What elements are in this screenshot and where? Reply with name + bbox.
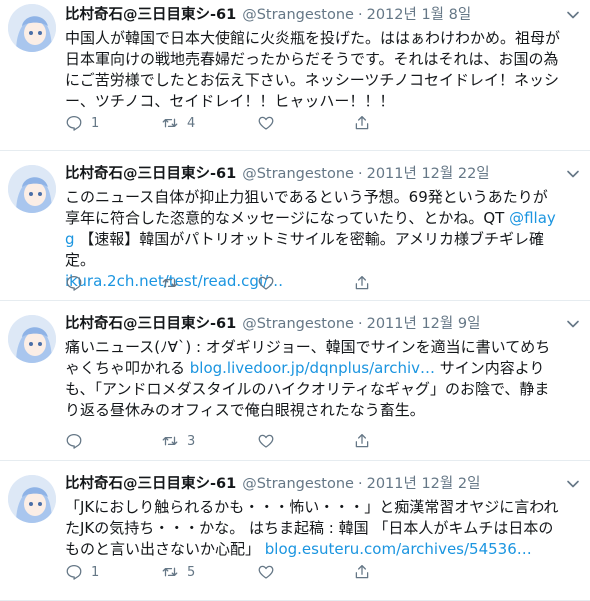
user-handle[interactable]: @Strangestone (242, 475, 354, 494)
reply-icon (66, 275, 82, 291)
like-button[interactable] (257, 274, 353, 292)
reply-button[interactable]: 1 (65, 563, 161, 581)
retweet-count: 4 (187, 115, 196, 131)
share-button[interactable] (353, 114, 449, 132)
user-handle[interactable]: @Strangestone (242, 165, 354, 184)
avatar[interactable] (8, 165, 56, 213)
tweet-text-part: このニュース自体が抑止力狙いであるという予想。69発というあたりが享年に符合した… (65, 188, 548, 227)
tweet-actions: 1 5 (65, 563, 449, 581)
separator: · (357, 316, 363, 332)
retweet-icon (162, 278, 178, 288)
retweet-icon (162, 436, 178, 446)
retweet-button[interactable]: 5 (161, 563, 257, 581)
tweet-date[interactable]: 2011년 12월 22일 (367, 165, 490, 184)
reply-button[interactable]: 1 (65, 114, 161, 132)
tweet-2[interactable]: 比村奇石@三日目東シ-61 @Strangestone · 2011년 12월 … (0, 151, 590, 301)
heart-icon (258, 276, 274, 290)
tweet-header: 比村奇石@三日目東シ-61 @Strangestone · 2011년 12월 … (65, 151, 560, 184)
reply-icon (66, 564, 82, 580)
retweet-count: 5 (187, 564, 196, 580)
chevron-down-icon[interactable] (566, 477, 580, 491)
display-name[interactable]: 比村奇石@三日目東シ-61 (65, 6, 236, 25)
user-handle[interactable]: @Strangestone (242, 315, 354, 334)
url-link[interactable]: blog.livedoor.jp/dqnplus/archiv… (190, 359, 435, 377)
tweet-3[interactable]: 比村奇石@三日目東シ-61 @Strangestone · 2011년 12월 … (0, 301, 590, 461)
share-icon (355, 115, 369, 130)
display-name[interactable]: 比村奇石@三日目東シ-61 (65, 315, 236, 334)
share-button[interactable] (353, 274, 449, 292)
display-name[interactable]: 比村奇石@三日目東シ-61 (65, 475, 236, 494)
tweet-header: 比村奇石@三日目東シ-61 @Strangestone · 2011년 12월 … (65, 301, 560, 334)
separator: · (357, 476, 363, 492)
tweet-header: 比村奇石@三日目東シ-61 @Strangestone · 2011년 12월 … (65, 461, 560, 494)
retweet-count: 3 (187, 433, 196, 449)
tweet-actions (65, 274, 449, 292)
reply-count: 1 (91, 564, 100, 580)
separator: · (357, 7, 363, 23)
heart-icon (258, 434, 274, 448)
chevron-down-icon[interactable] (566, 8, 580, 22)
retweet-button[interactable] (161, 274, 257, 292)
reply-button[interactable] (65, 432, 161, 450)
avatar[interactable] (8, 475, 56, 523)
tweet-text: 痛いニュース(ﾉ∀`) : オダギリジョー、韓国でサインを適当に書いてめちゃくち… (65, 337, 560, 421)
chevron-down-icon[interactable] (566, 167, 580, 181)
share-button[interactable] (353, 432, 449, 450)
chevron-down-icon[interactable] (566, 317, 580, 331)
tweet-4[interactable]: 比村奇石@三日目東シ-61 @Strangestone · 2011년 12월 … (0, 461, 590, 601)
retweet-icon (162, 567, 178, 577)
heart-icon (258, 116, 274, 130)
like-button[interactable] (257, 432, 353, 450)
reply-icon (66, 433, 82, 449)
share-icon (355, 433, 369, 448)
tweet-actions: 3 (65, 432, 449, 450)
like-button[interactable] (257, 114, 353, 132)
share-button[interactable] (353, 563, 449, 581)
tweet-header: 比村奇石@三日目東シ-61 @Strangestone · 2012년 1월 8… (65, 0, 560, 25)
tweet-date[interactable]: 2011년 12월 9일 (367, 315, 481, 334)
tweet-date[interactable]: 2011년 12월 2일 (367, 475, 481, 494)
display-name[interactable]: 比村奇石@三日目東シ-61 (65, 165, 236, 184)
tweet-text: 中国人が韓国で日本大使館に火炎瓶を投げた。ははぁわけわかめ。祖母が日本軍向けの戦… (65, 29, 561, 110)
avatar[interactable] (8, 315, 56, 363)
share-icon (355, 564, 369, 579)
reply-count: 1 (91, 115, 100, 131)
reply-button[interactable] (65, 274, 161, 292)
tweet-date[interactable]: 2012년 1월 8일 (367, 6, 472, 25)
separator: · (357, 166, 363, 182)
like-button[interactable] (257, 563, 353, 581)
tweet-1[interactable]: 比村奇石@三日目東シ-61 @Strangestone · 2012년 1월 8… (0, 0, 590, 151)
user-handle[interactable]: @Strangestone (242, 6, 354, 25)
retweet-button[interactable]: 4 (161, 114, 257, 132)
heart-icon (258, 565, 274, 579)
reply-icon (66, 115, 82, 131)
avatar[interactable] (8, 4, 56, 52)
share-icon (355, 275, 369, 290)
tweet-actions: 1 4 (65, 114, 449, 132)
url-link[interactable]: blog.esuteru.com/archives/54536… (265, 540, 532, 558)
tweet-text: 「JKにおしり触られるかも・・・怖い・・・」と痴漢常習オヤジに言われたJKの気持… (65, 497, 560, 560)
tweet-text-part: 【速報】韓国がパトリオットミサイルを密輸。アメリカ様ブチギレ確定。 (65, 230, 545, 269)
retweet-icon (162, 118, 178, 128)
retweet-button[interactable]: 3 (161, 432, 257, 450)
